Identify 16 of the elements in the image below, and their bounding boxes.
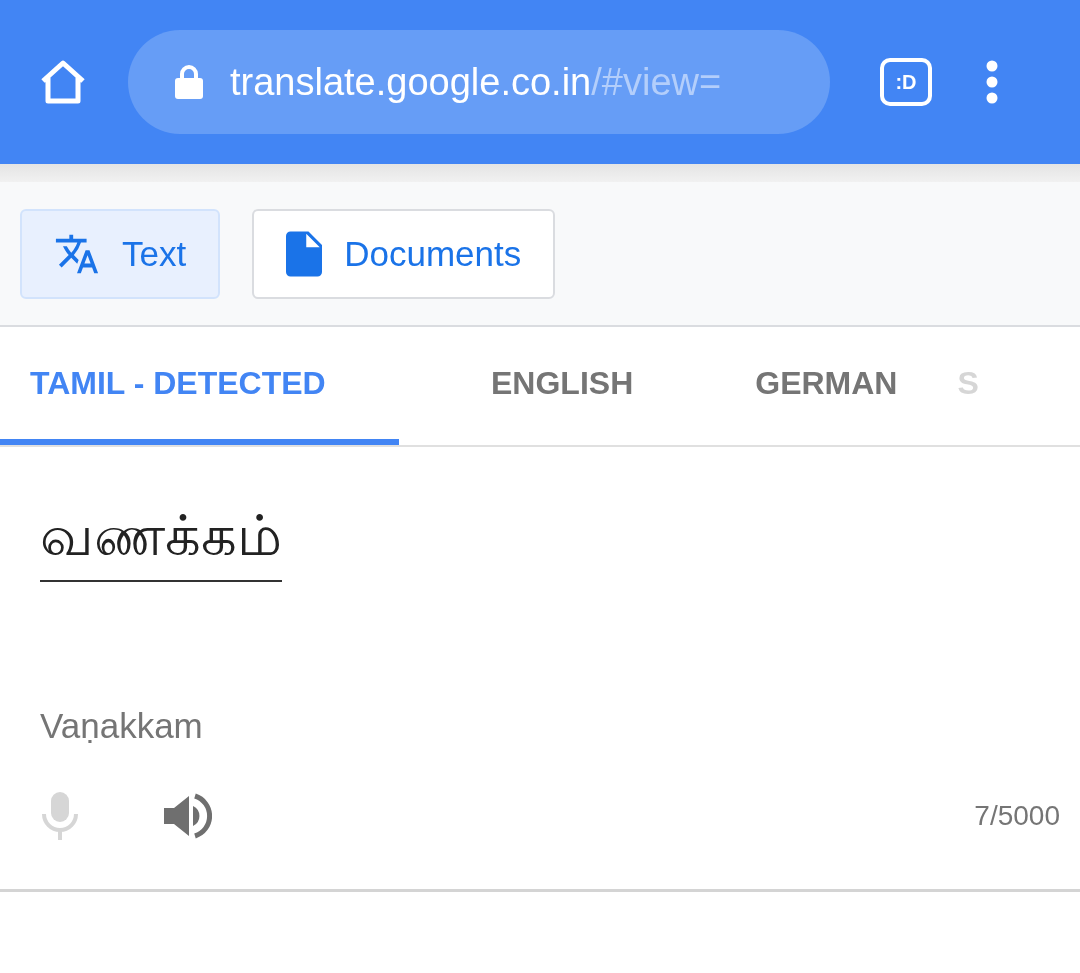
transliteration-text: Vaṇakkam <box>40 706 204 746</box>
url-path: /#view= <box>591 60 722 104</box>
url-domain: translate.google.co.in <box>230 60 592 104</box>
address-bar[interactable]: translate.google.co.in/#view= <box>128 30 830 134</box>
language-tab[interactable]: TAMIL - DETECTED <box>0 327 399 445</box>
speaker-icon[interactable] <box>164 793 212 839</box>
language-tab[interactable]: ENGLISH <box>461 327 664 445</box>
mode-tab[interactable]: Text <box>20 208 221 299</box>
source-text: வணக்கம் <box>40 503 282 582</box>
language-tab[interactable]: GERMAN <box>725 327 928 445</box>
menu-icon[interactable] <box>986 60 998 104</box>
mode-tab[interactable]: Documents <box>252 208 556 299</box>
document-icon <box>286 230 323 277</box>
lock-icon <box>174 65 204 99</box>
tab-switcher-button[interactable]: :D <box>880 58 932 106</box>
character-count: 7/5000 <box>974 800 1060 832</box>
